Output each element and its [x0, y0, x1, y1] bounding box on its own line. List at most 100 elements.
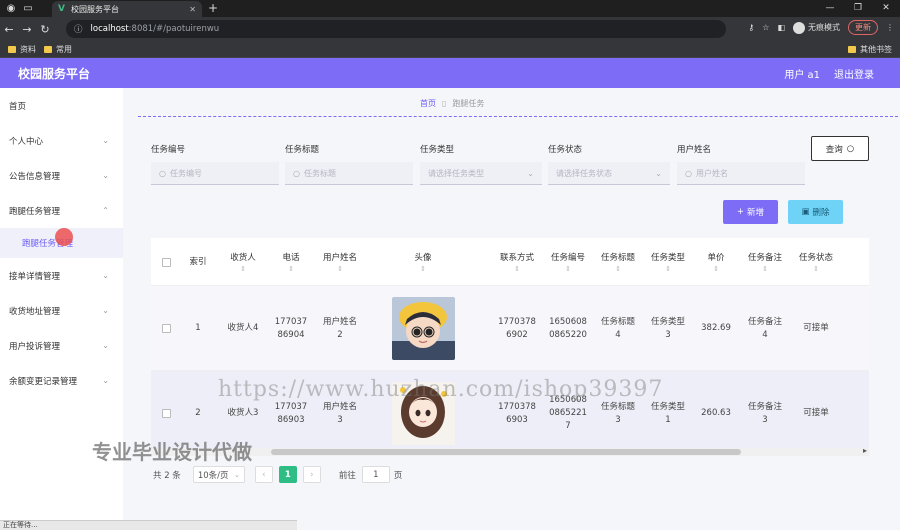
- filter-label-type: 任务类型: [420, 145, 455, 155]
- url-field[interactable]: ⓘ localhost :8081/#/paotuirenwu: [66, 20, 726, 38]
- sidebar-item-label: 个人中心: [9, 136, 44, 147]
- row-checkbox[interactable]: [161, 324, 171, 333]
- table-row[interactable]: 1 收货人4 17703786904 用户姓名2 17703786902 165…: [151, 286, 869, 371]
- column-label: 任务编号: [550, 252, 585, 263]
- close-tab-icon[interactable]: ✕: [189, 5, 196, 14]
- sidebar-item-label: 首页: [9, 101, 27, 112]
- incognito-icon: [793, 21, 805, 34]
- sort-icon[interactable]: ⇕: [665, 265, 671, 273]
- sidebar-item-notice[interactable]: 公告信息管理 ⌄: [0, 158, 123, 193]
- bookmark-folder-2[interactable]: 常用: [44, 44, 72, 55]
- column-header[interactable]: 头像 ⇕: [367, 238, 479, 286]
- browser-tab[interactable]: V 校园服务平台 ✕: [52, 1, 202, 17]
- scrollbar-thumb[interactable]: [271, 449, 741, 455]
- sidebar-item-profile[interactable]: 个人中心 ⌄: [0, 123, 123, 158]
- table-horizontal-scrollbar[interactable]: ▸: [151, 446, 869, 456]
- task-title-input[interactable]: ○ 任务标题: [285, 162, 413, 185]
- sidebar-item-orders[interactable]: 接单详情管理 ⌄: [0, 258, 123, 293]
- sort-icon[interactable]: ⇕: [337, 265, 343, 273]
- sidebar-item-complaint[interactable]: 用户投诉管理 ⌄: [0, 328, 123, 363]
- column-header[interactable]: 任务备注 ⇕: [739, 238, 791, 286]
- column-label: 头像: [414, 252, 432, 263]
- sidebar-item-label: 公告信息管理: [9, 171, 61, 182]
- add-button[interactable]: + 新增: [723, 200, 778, 224]
- column-header[interactable]: 任务状态 ⇕: [791, 238, 841, 286]
- table-header: 索引 收货人 ⇕ 电话 ⇕ 用户姓名 ⇕ 头像 ⇕ 联系方式 ⇕ 任务编号 ⇕ 任务标题 ⇕ …: [151, 238, 869, 286]
- page-size-select[interactable]: 10条/页 ⌄: [192, 466, 245, 483]
- sidepanel-icon[interactable]: ◧: [777, 23, 785, 32]
- star-icon[interactable]: ☆: [762, 23, 769, 32]
- column-header[interactable]: 用户姓名 ⇕: [313, 238, 367, 286]
- sidebar-item-label: 收货地址管理: [9, 306, 61, 317]
- sort-icon[interactable]: ⇕: [514, 265, 520, 273]
- column-header[interactable]: 电话 ⇕: [269, 238, 313, 286]
- new-tab-button[interactable]: +: [208, 1, 218, 15]
- username-input[interactable]: ○ 用户姓名: [677, 162, 805, 185]
- more-menu-icon[interactable]: ⋮: [886, 23, 894, 32]
- sort-icon[interactable]: ⇕: [565, 265, 571, 273]
- sort-icon[interactable]: ⇕: [240, 265, 246, 273]
- delete-button[interactable]: ▣ 删除: [788, 200, 843, 224]
- sort-icon[interactable]: ⇕: [713, 265, 719, 273]
- prev-page-button[interactable]: ‹: [254, 466, 273, 483]
- url-path: :8081/#/paotuirenwu: [128, 24, 220, 34]
- goto-page-input[interactable]: 1: [361, 466, 390, 483]
- sort-icon[interactable]: ⇕: [420, 265, 426, 273]
- sidebar-item-address[interactable]: 收货地址管理 ⌄: [0, 293, 123, 328]
- column-header[interactable]: 任务编号 ⇕: [543, 238, 593, 286]
- user-label[interactable]: 用户 a1: [784, 66, 820, 81]
- back-icon[interactable]: ←: [0, 23, 18, 36]
- task-no-input[interactable]: ○ 任务编号: [151, 162, 279, 185]
- avatar[interactable]: [391, 297, 455, 360]
- page-number-current[interactable]: 1: [278, 466, 297, 483]
- site-info-icon[interactable]: ⓘ: [74, 23, 83, 35]
- logout-link[interactable]: 退出登录: [834, 66, 874, 81]
- chevron-down-icon: ⌄: [102, 341, 109, 350]
- chevron-down-icon: ⌄: [102, 271, 109, 280]
- column-header[interactable]: 单价 ⇕: [693, 238, 739, 286]
- tab-strip-icon[interactable]: ▭: [22, 3, 34, 15]
- sort-icon[interactable]: ⇕: [813, 265, 819, 273]
- scroll-right-icon[interactable]: ▸: [863, 446, 867, 455]
- other-bookmarks[interactable]: 其他书签: [848, 44, 892, 55]
- forward-icon[interactable]: →: [18, 23, 36, 36]
- key-icon[interactable]: ⚷: [748, 23, 754, 32]
- input-placeholder: 任务标题: [303, 168, 336, 178]
- chevron-up-icon: ⌃: [102, 206, 109, 215]
- next-page-button[interactable]: ›: [302, 466, 321, 483]
- sort-icon[interactable]: ⇕: [615, 265, 621, 273]
- update-button[interactable]: 更新: [848, 20, 878, 35]
- breadcrumb: 首页 ▯ 跑腿任务: [420, 98, 484, 109]
- task-status-select[interactable]: 请选择任务状态 ⌄: [548, 162, 670, 185]
- bookmark-label: 其他书签: [860, 44, 892, 54]
- browser-status-bar: 正在等待...: [0, 520, 297, 530]
- restore-icon[interactable]: ❐: [844, 0, 872, 16]
- row-checkbox[interactable]: [161, 409, 171, 418]
- breadcrumb-current: 跑腿任务: [452, 99, 485, 108]
- sidebar-item-label: 用户投诉管理: [9, 341, 61, 352]
- sidebar-item-errand[interactable]: 跑腿任务管理 ⌃: [0, 193, 123, 228]
- breadcrumb-home[interactable]: 首页: [420, 98, 436, 109]
- task-type-select[interactable]: 请选择任务类型 ⌄: [420, 162, 542, 185]
- column-header[interactable]: 联系方式 ⇕: [491, 238, 543, 286]
- cell-remark: 任务备注3: [747, 401, 782, 425]
- sort-icon[interactable]: ⇕: [762, 265, 768, 273]
- browser-menu-icon[interactable]: ◉: [5, 3, 17, 15]
- select-all-checkbox[interactable]: [161, 257, 171, 267]
- query-button[interactable]: 查询 ○: [811, 136, 869, 161]
- incognito-indicator[interactable]: 无痕模式: [793, 21, 840, 34]
- column-label: 任务状态: [798, 252, 833, 263]
- close-window-icon[interactable]: ✕: [872, 0, 900, 16]
- column-header[interactable]: 任务类型 ⇕: [643, 238, 693, 286]
- bookmark-folder-1[interactable]: 资料: [8, 44, 36, 55]
- column-header[interactable]: 收货人 ⇕: [217, 238, 269, 286]
- sidebar-item-home[interactable]: 首页: [0, 88, 123, 123]
- add-label: 新增: [747, 208, 765, 218]
- bookmark-label: 资料: [20, 44, 36, 54]
- search-icon: ○: [846, 143, 855, 154]
- sort-icon[interactable]: ⇕: [288, 265, 294, 273]
- minimize-icon[interactable]: —: [816, 0, 844, 16]
- sidebar-item-balance[interactable]: 余额变更记录管理 ⌄: [0, 363, 123, 398]
- reload-icon[interactable]: ↻: [36, 23, 54, 36]
- column-header[interactable]: 任务标题 ⇕: [593, 238, 643, 286]
